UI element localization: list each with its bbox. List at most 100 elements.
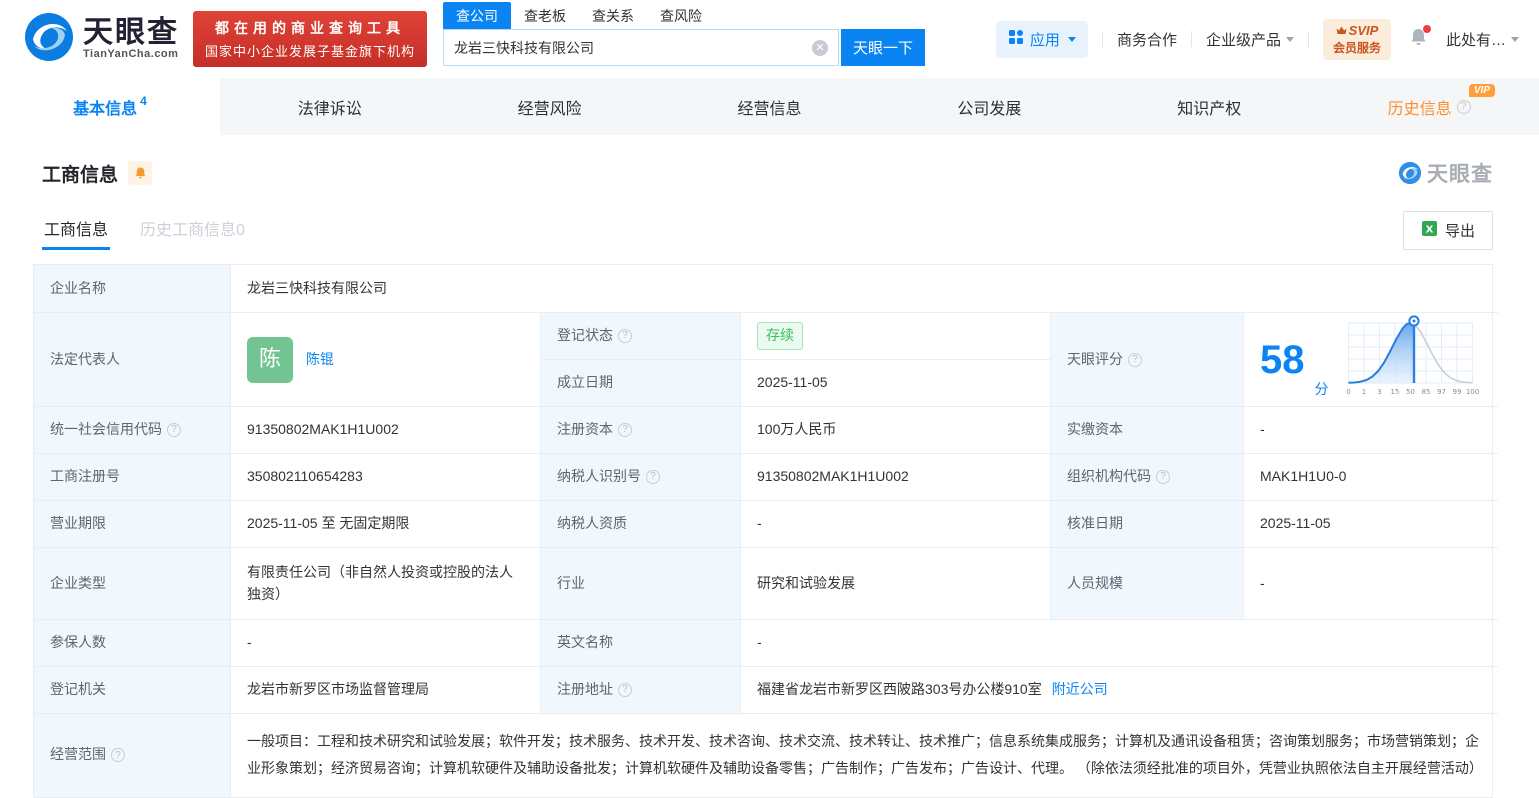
- tab-intellectual-property[interactable]: 知识产权: [1099, 78, 1319, 135]
- divider: [1101, 31, 1103, 47]
- search-button[interactable]: 天眼一下: [841, 29, 926, 66]
- field-value-business-term: 2025-11-05 至 无固定期限: [231, 501, 541, 548]
- vip-badge: VIP: [1468, 84, 1496, 97]
- nearby-companies-link[interactable]: 附近公司: [1052, 679, 1108, 701]
- help-icon[interactable]: ?: [618, 329, 632, 343]
- help-icon[interactable]: ?: [111, 748, 125, 763]
- field-value-registered-address: 福建省龙岩市新罗区西陂路303号办公楼910室 附近公司: [741, 667, 1498, 714]
- legal-rep-name-link[interactable]: 陈锟: [306, 349, 334, 371]
- top-header: 天眼查 TianYanCha.com 都在用的商业查询工具 国家中小企业发展子基…: [0, 0, 1539, 78]
- search-tab-risk[interactable]: 查风险: [647, 2, 715, 30]
- promo-line1: 都在用的商业查询工具: [215, 20, 405, 36]
- field-label-registered-address: 注册地址 ?: [541, 667, 741, 714]
- help-icon[interactable]: ?: [618, 683, 632, 697]
- field-value-taxpayer-quality: -: [741, 501, 1051, 548]
- help-icon[interactable]: ?: [1128, 352, 1142, 367]
- field-label-registration-number: 工商注册号: [34, 454, 231, 501]
- field-value-english-name: -: [741, 620, 1498, 667]
- help-icon[interactable]: ?: [646, 470, 660, 484]
- search-tab-boss[interactable]: 查老板: [511, 2, 579, 30]
- field-label-legal-representative: 法定代表人: [34, 313, 231, 407]
- field-value-company-type: 有限责任公司（非自然人投资或控股的法人独资）: [231, 548, 541, 620]
- logo-subtitle: TianYanCha.com: [83, 48, 179, 60]
- svg-text:X: X: [1426, 225, 1434, 236]
- field-label-industry: 行业: [541, 548, 741, 620]
- subtab-business-info[interactable]: 工商信息: [42, 210, 111, 250]
- tianyancha-logo[interactable]: 天眼查 TianYanCha.com: [23, 11, 179, 68]
- search-box: ✕: [443, 29, 840, 66]
- subscribe-bell-icon[interactable]: [128, 161, 153, 185]
- field-label-tyc-score: 天眼评分 ?: [1051, 313, 1244, 407]
- divider: [1190, 31, 1192, 47]
- menu-cooperation[interactable]: 商务合作: [1117, 29, 1177, 50]
- field-value-company-name: 龙岩三快科技有限公司: [231, 265, 1498, 313]
- search-tab-relation[interactable]: 查关系: [579, 2, 647, 30]
- excel-icon: X: [1421, 220, 1438, 241]
- tab-basic-info-label: 基本信息: [73, 100, 138, 118]
- registered-address-text: 福建省龙岩市新罗区西陂路303号办公楼910室: [757, 681, 1042, 698]
- help-icon[interactable]: ?: [1456, 99, 1471, 114]
- tab-legal[interactable]: 法律诉讼: [220, 78, 440, 135]
- help-icon[interactable]: ?: [618, 423, 632, 437]
- field-value-legal-representative: 陈 陈锟: [231, 313, 541, 407]
- menu-enterprise[interactable]: 企业级产品: [1206, 29, 1294, 50]
- field-value-tyc-score: 58 分 0 1 3 15 50 85 97 99 100: [1244, 313, 1498, 407]
- svg-text:0: 0: [1346, 388, 1350, 396]
- search-tab-company[interactable]: 查公司: [443, 2, 512, 30]
- field-value-staff-size: -: [1244, 548, 1498, 620]
- field-label-insured-count: 参保人数: [34, 620, 231, 667]
- watermark-logo: 天眼查: [1398, 158, 1493, 188]
- field-label-org-code: 组织机构代码 ?: [1051, 454, 1244, 501]
- apps-grid-icon: [1008, 29, 1024, 49]
- svg-text:100: 100: [1465, 388, 1478, 396]
- svip-label: SVIP: [1348, 22, 1379, 38]
- promo-line2: 国家中小企业发展子基金旗下机构: [205, 44, 416, 59]
- status-badge: 存续: [757, 322, 803, 350]
- tab-basic-info[interactable]: 基本信息 4: [0, 78, 220, 135]
- help-icon[interactable]: ?: [1156, 470, 1170, 484]
- export-button[interactable]: X 导出: [1402, 211, 1493, 250]
- subtab-history-business-info[interactable]: 历史工商信息0: [138, 210, 247, 250]
- field-value-insured-count: -: [231, 620, 541, 667]
- crown-icon: [1336, 23, 1347, 38]
- tab-business-risk[interactable]: 经营风险: [440, 78, 660, 135]
- svg-text:99: 99: [1452, 388, 1461, 396]
- org-code-label: 组织机构代码: [1067, 468, 1151, 485]
- tab-operation-info[interactable]: 经营信息: [660, 78, 880, 135]
- field-label-approval-date: 核准日期: [1051, 501, 1244, 548]
- notification-dot: [1422, 25, 1431, 33]
- tab-company-development[interactable]: 公司发展: [879, 78, 1099, 135]
- svg-text:97: 97: [1437, 388, 1446, 396]
- clear-search-icon[interactable]: ✕: [812, 39, 829, 56]
- apps-menu[interactable]: 应用: [995, 20, 1088, 58]
- svip-membership-button[interactable]: SVIP 会员服务: [1322, 18, 1391, 60]
- field-value-establish-date: 2025-11-05: [741, 360, 1051, 407]
- business-info-table: 企业名称 龙岩三快科技有限公司 法定代表人 陈 陈锟 登记状态 ? 存续 成立日…: [33, 264, 1498, 798]
- legal-rep-avatar[interactable]: 陈: [247, 336, 293, 383]
- field-label-english-name: 英文名称: [541, 620, 741, 667]
- field-value-taxpayer-id: 91350802MAK1H1U002: [741, 454, 1051, 501]
- field-label-registered-capital: 注册资本 ?: [541, 407, 741, 454]
- header-menu: 应用 商务合作 企业级产品 SVIP 会员服务 此处有…: [995, 18, 1519, 60]
- help-icon[interactable]: ?: [167, 423, 181, 437]
- tab-basic-info-count: 4: [140, 94, 147, 108]
- search-area: 查公司 查老板 查关系 查风险 ✕ 天眼一下: [443, 2, 926, 66]
- field-value-registered-capital: 100万人民币: [741, 407, 1051, 454]
- field-value-org-code: MAK1H1U0-0: [1244, 454, 1498, 501]
- svg-text:50: 50: [1406, 388, 1415, 396]
- field-label-taxpayer-id: 纳税人识别号 ?: [541, 454, 741, 501]
- tab-history-info[interactable]: VIP 历史信息 ?: [1319, 78, 1539, 135]
- search-input[interactable]: [454, 39, 813, 56]
- logo-title: 天眼查: [83, 16, 179, 49]
- field-value-approval-date: 2025-11-05: [1244, 501, 1498, 548]
- svip-sub-label: 会员服务: [1332, 40, 1381, 55]
- tianyancha-swirl-icon: [23, 11, 75, 68]
- field-label-registration-status: 登记状态 ?: [541, 313, 741, 360]
- svg-text:15: 15: [1390, 388, 1399, 396]
- notification-bell-icon[interactable]: [1409, 25, 1431, 51]
- registered-capital-label: 注册资本: [557, 421, 613, 438]
- menu-enterprise-label: 企业级产品: [1205, 31, 1281, 49]
- menu-more[interactable]: 此处有…: [1446, 29, 1519, 50]
- field-value-business-scope: 一般项目：工程和技术研究和试验发展；软件开发；技术服务、技术开发、技术咨询、技术…: [247, 733, 1483, 777]
- search-tabs: 查公司 查老板 查关系 查风险: [443, 2, 925, 30]
